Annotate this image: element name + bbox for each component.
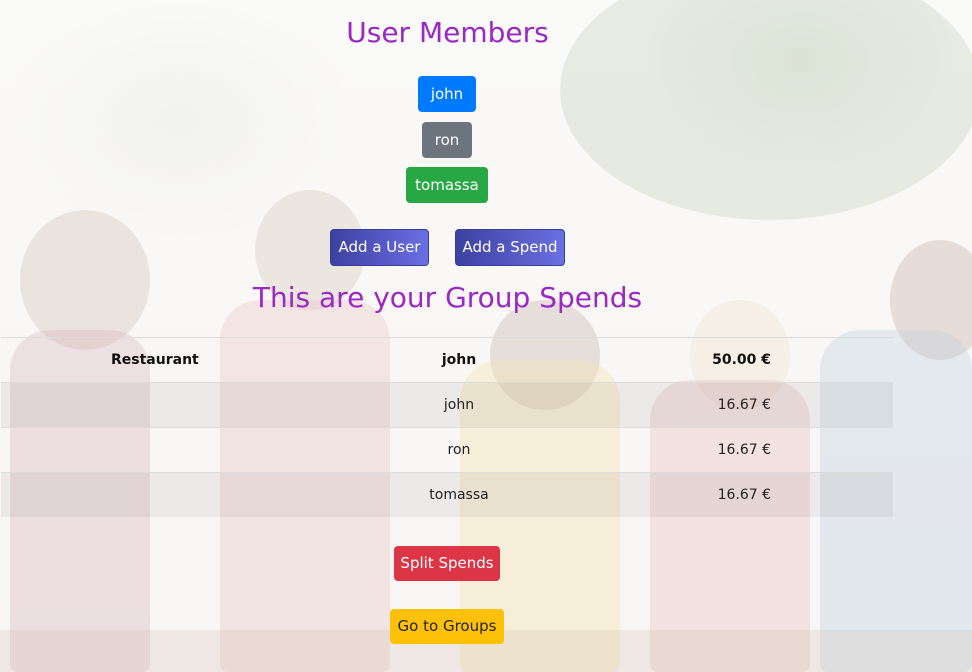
add-user-button[interactable]: Add a User [330, 229, 429, 266]
split-spends-button[interactable]: Split Spends [394, 546, 500, 581]
share-empty-cell [1, 427, 409, 473]
spends-table: Restaurant john 50.00 € john 16.67 € ron… [1, 337, 893, 517]
member-button-ron[interactable]: ron [422, 122, 472, 158]
spend-payer: john [409, 337, 509, 383]
main-content: User Members john ron tomassa Add a User… [0, 0, 972, 672]
spends-title: This are your Group Spends [252, 281, 643, 314]
member-button-john[interactable]: john [418, 76, 476, 112]
share-empty-cell [1, 472, 409, 517]
spend-amount: 50.00 € [509, 337, 893, 383]
share-row: john 16.67 € [1, 382, 893, 428]
share-amount: 16.67 € [509, 427, 893, 473]
spend-description: Restaurant [1, 337, 409, 383]
spend-summary-row: Restaurant john 50.00 € [1, 337, 893, 383]
share-user: ron [409, 427, 509, 473]
page-title: User Members [346, 16, 549, 49]
share-user: john [409, 382, 509, 428]
go-to-groups-button[interactable]: Go to Groups [390, 609, 504, 644]
add-spend-button[interactable]: Add a Spend [455, 229, 565, 266]
member-button-tomassa[interactable]: tomassa [406, 167, 488, 203]
share-user: tomassa [409, 472, 509, 517]
share-amount: 16.67 € [509, 472, 893, 517]
share-empty-cell [1, 382, 409, 428]
share-row: ron 16.67 € [1, 427, 893, 473]
share-row: tomassa 16.67 € [1, 472, 893, 517]
share-amount: 16.67 € [509, 382, 893, 428]
